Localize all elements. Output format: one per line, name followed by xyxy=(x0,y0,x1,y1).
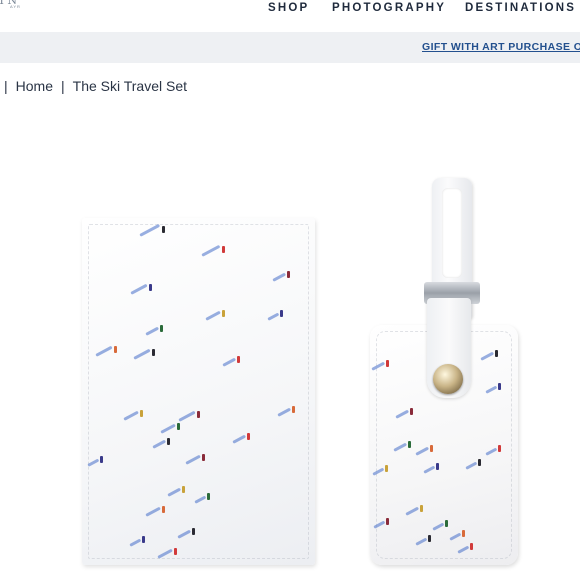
skier-body xyxy=(408,441,411,448)
skier-body xyxy=(292,406,295,413)
skier-body xyxy=(140,410,143,417)
skier-body xyxy=(149,284,152,291)
skier-body xyxy=(100,456,103,463)
breadcrumb-current: The Ski Travel Set xyxy=(72,78,188,94)
page: TN AYR SHOP PHOTOGRAPHY DESTINATIONS GIF… xyxy=(0,0,580,580)
skier-body xyxy=(470,543,473,550)
snap-button-icon xyxy=(433,364,463,394)
skier-body xyxy=(162,506,165,513)
skier-body xyxy=(162,226,165,233)
skier-body xyxy=(445,520,448,527)
site-logo[interactable]: TN AYR xyxy=(0,0,28,16)
skier-body xyxy=(237,356,240,363)
skier-body xyxy=(222,246,225,253)
nav-shop[interactable]: SHOP xyxy=(268,2,309,14)
skier-body xyxy=(247,433,250,440)
passport-cover-image[interactable] xyxy=(82,218,315,565)
skier-body xyxy=(430,445,433,452)
skier-body xyxy=(182,486,185,493)
skier-body xyxy=(192,528,195,535)
skier-body xyxy=(386,518,389,525)
skier-body xyxy=(202,454,205,461)
skier-body xyxy=(160,325,163,332)
promo-link[interactable]: GIFT WITH ART PURCHASE OVE xyxy=(422,41,580,53)
skier-body xyxy=(436,463,439,470)
skier-body xyxy=(280,310,283,317)
skier-body xyxy=(462,530,465,537)
skier-body xyxy=(420,505,423,512)
breadcrumb-separator: | xyxy=(61,78,65,94)
skier-body xyxy=(197,411,200,418)
announcement-bar: GIFT WITH ART PURCHASE OVE xyxy=(0,32,580,63)
skier-body xyxy=(152,349,155,356)
nav-photography[interactable]: PHOTOGRAPHY xyxy=(332,2,446,14)
skier-body xyxy=(167,438,170,445)
breadcrumb-separator: | xyxy=(4,78,8,94)
skier-body xyxy=(142,536,145,543)
logo-tagline: AYR xyxy=(10,4,21,9)
skier-body xyxy=(495,350,498,357)
skier-body xyxy=(207,493,210,500)
skier-body xyxy=(114,346,117,353)
skier-body xyxy=(385,465,388,472)
breadcrumb-home[interactable]: Home xyxy=(16,78,53,94)
skier-body xyxy=(478,459,481,466)
skier-body xyxy=(498,445,501,452)
skier-body xyxy=(174,548,177,555)
skier-body xyxy=(498,383,501,390)
skier-body xyxy=(287,271,290,278)
site-header: TN AYR SHOP PHOTOGRAPHY DESTINATIONS xyxy=(0,0,580,32)
skier-body xyxy=(386,360,389,367)
breadcrumb: | Home | The Ski Travel Set xyxy=(4,78,187,94)
skier-body xyxy=(428,535,431,542)
skier-body xyxy=(410,408,413,415)
passport-stitching xyxy=(88,224,309,559)
strap-slot xyxy=(442,188,462,278)
nav-destinations[interactable]: DESTINATIONS xyxy=(465,2,576,14)
skier-body xyxy=(177,423,180,430)
skier-body xyxy=(222,310,225,317)
